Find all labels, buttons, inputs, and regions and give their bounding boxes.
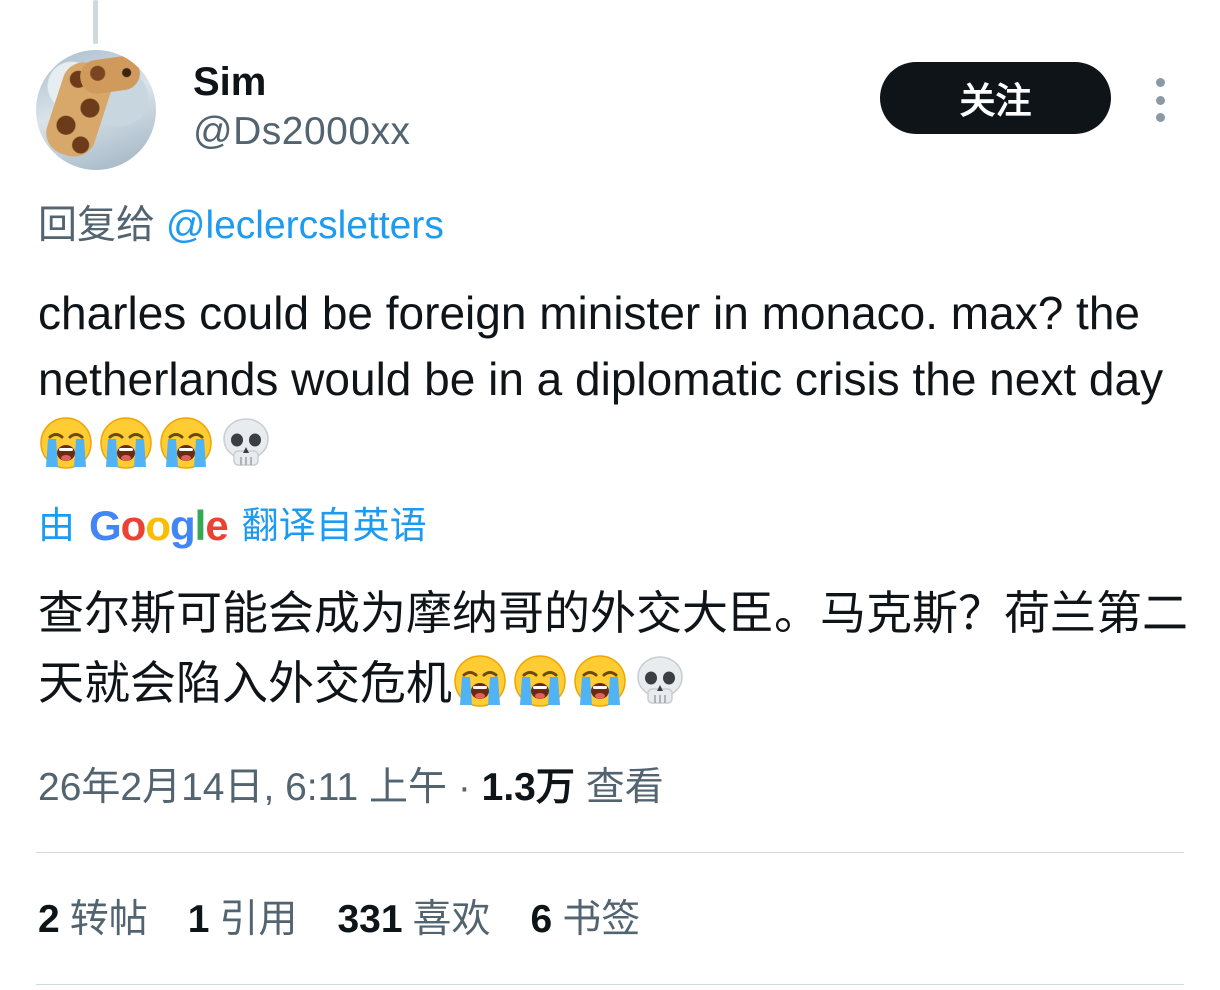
tweet-meta: 26年2月14日, 6:11 上午 · 1.3万 查看 [38, 762, 664, 814]
tweet-text-body: charles could be foreign minister in mon… [38, 287, 1164, 405]
more-dot [1155, 113, 1165, 122]
google-logo: Google [89, 502, 229, 549]
more-dot [1155, 95, 1165, 105]
stat-bookmarks[interactable]: 6 书签 [531, 894, 641, 946]
loudly-crying-face-icon [100, 417, 152, 469]
translated-emojis [452, 655, 692, 709]
more-dot [1155, 78, 1165, 87]
timestamp[interactable]: 26年2月14日, 6:11 上午 [38, 766, 447, 809]
author-handle[interactable]: @Ds2000xx [193, 108, 411, 156]
tweet-emojis [38, 417, 278, 471]
translation-suffix: 翻译自英语 [241, 505, 427, 546]
skull-icon [637, 656, 683, 704]
reply-to-line: 回复给 @leclercsletters [38, 200, 444, 252]
divider [36, 852, 1184, 853]
thread-connector-line [93, 0, 98, 44]
stat-quotes[interactable]: 1 引用 [188, 894, 298, 946]
loudly-crying-face-icon [40, 417, 92, 469]
skull-icon [223, 418, 269, 466]
more-options-icon[interactable] [1148, 78, 1172, 122]
tweet-text: charles could be foreign minister in mon… [38, 280, 1188, 478]
views-count: 1.3万 [481, 766, 575, 809]
author-display-name[interactable]: Sim [193, 58, 266, 106]
stat-likes[interactable]: 331 喜欢 [337, 894, 490, 946]
loudly-crying-face-icon [160, 417, 212, 469]
engagement-stats: 2 转帖 1 引用 331 喜欢 6 书签 [38, 894, 640, 946]
reply-to-prefix: 回复给 [38, 204, 156, 247]
avatar[interactable] [36, 50, 156, 170]
divider [36, 984, 1184, 985]
follow-button[interactable]: 关注 [880, 62, 1111, 134]
views-label: 查看 [585, 766, 664, 809]
loudly-crying-face-icon [574, 655, 626, 707]
translation-prefix: 由 [38, 505, 75, 546]
loudly-crying-face-icon [514, 655, 566, 707]
translated-text: 查尔斯可能会成为摩纳哥的外交大臣。马克斯？荷兰第二天就会陷入外交危机 [38, 578, 1188, 718]
reply-to-mention[interactable]: @leclercsletters [166, 204, 444, 247]
stat-reposts[interactable]: 2 转帖 [38, 894, 148, 946]
meta-separator: · [457, 766, 471, 809]
loudly-crying-face-icon [454, 655, 506, 707]
translation-attribution[interactable]: 由 Google 翻译自英语 [38, 500, 427, 552]
avatar-giraffe-head [77, 53, 143, 97]
